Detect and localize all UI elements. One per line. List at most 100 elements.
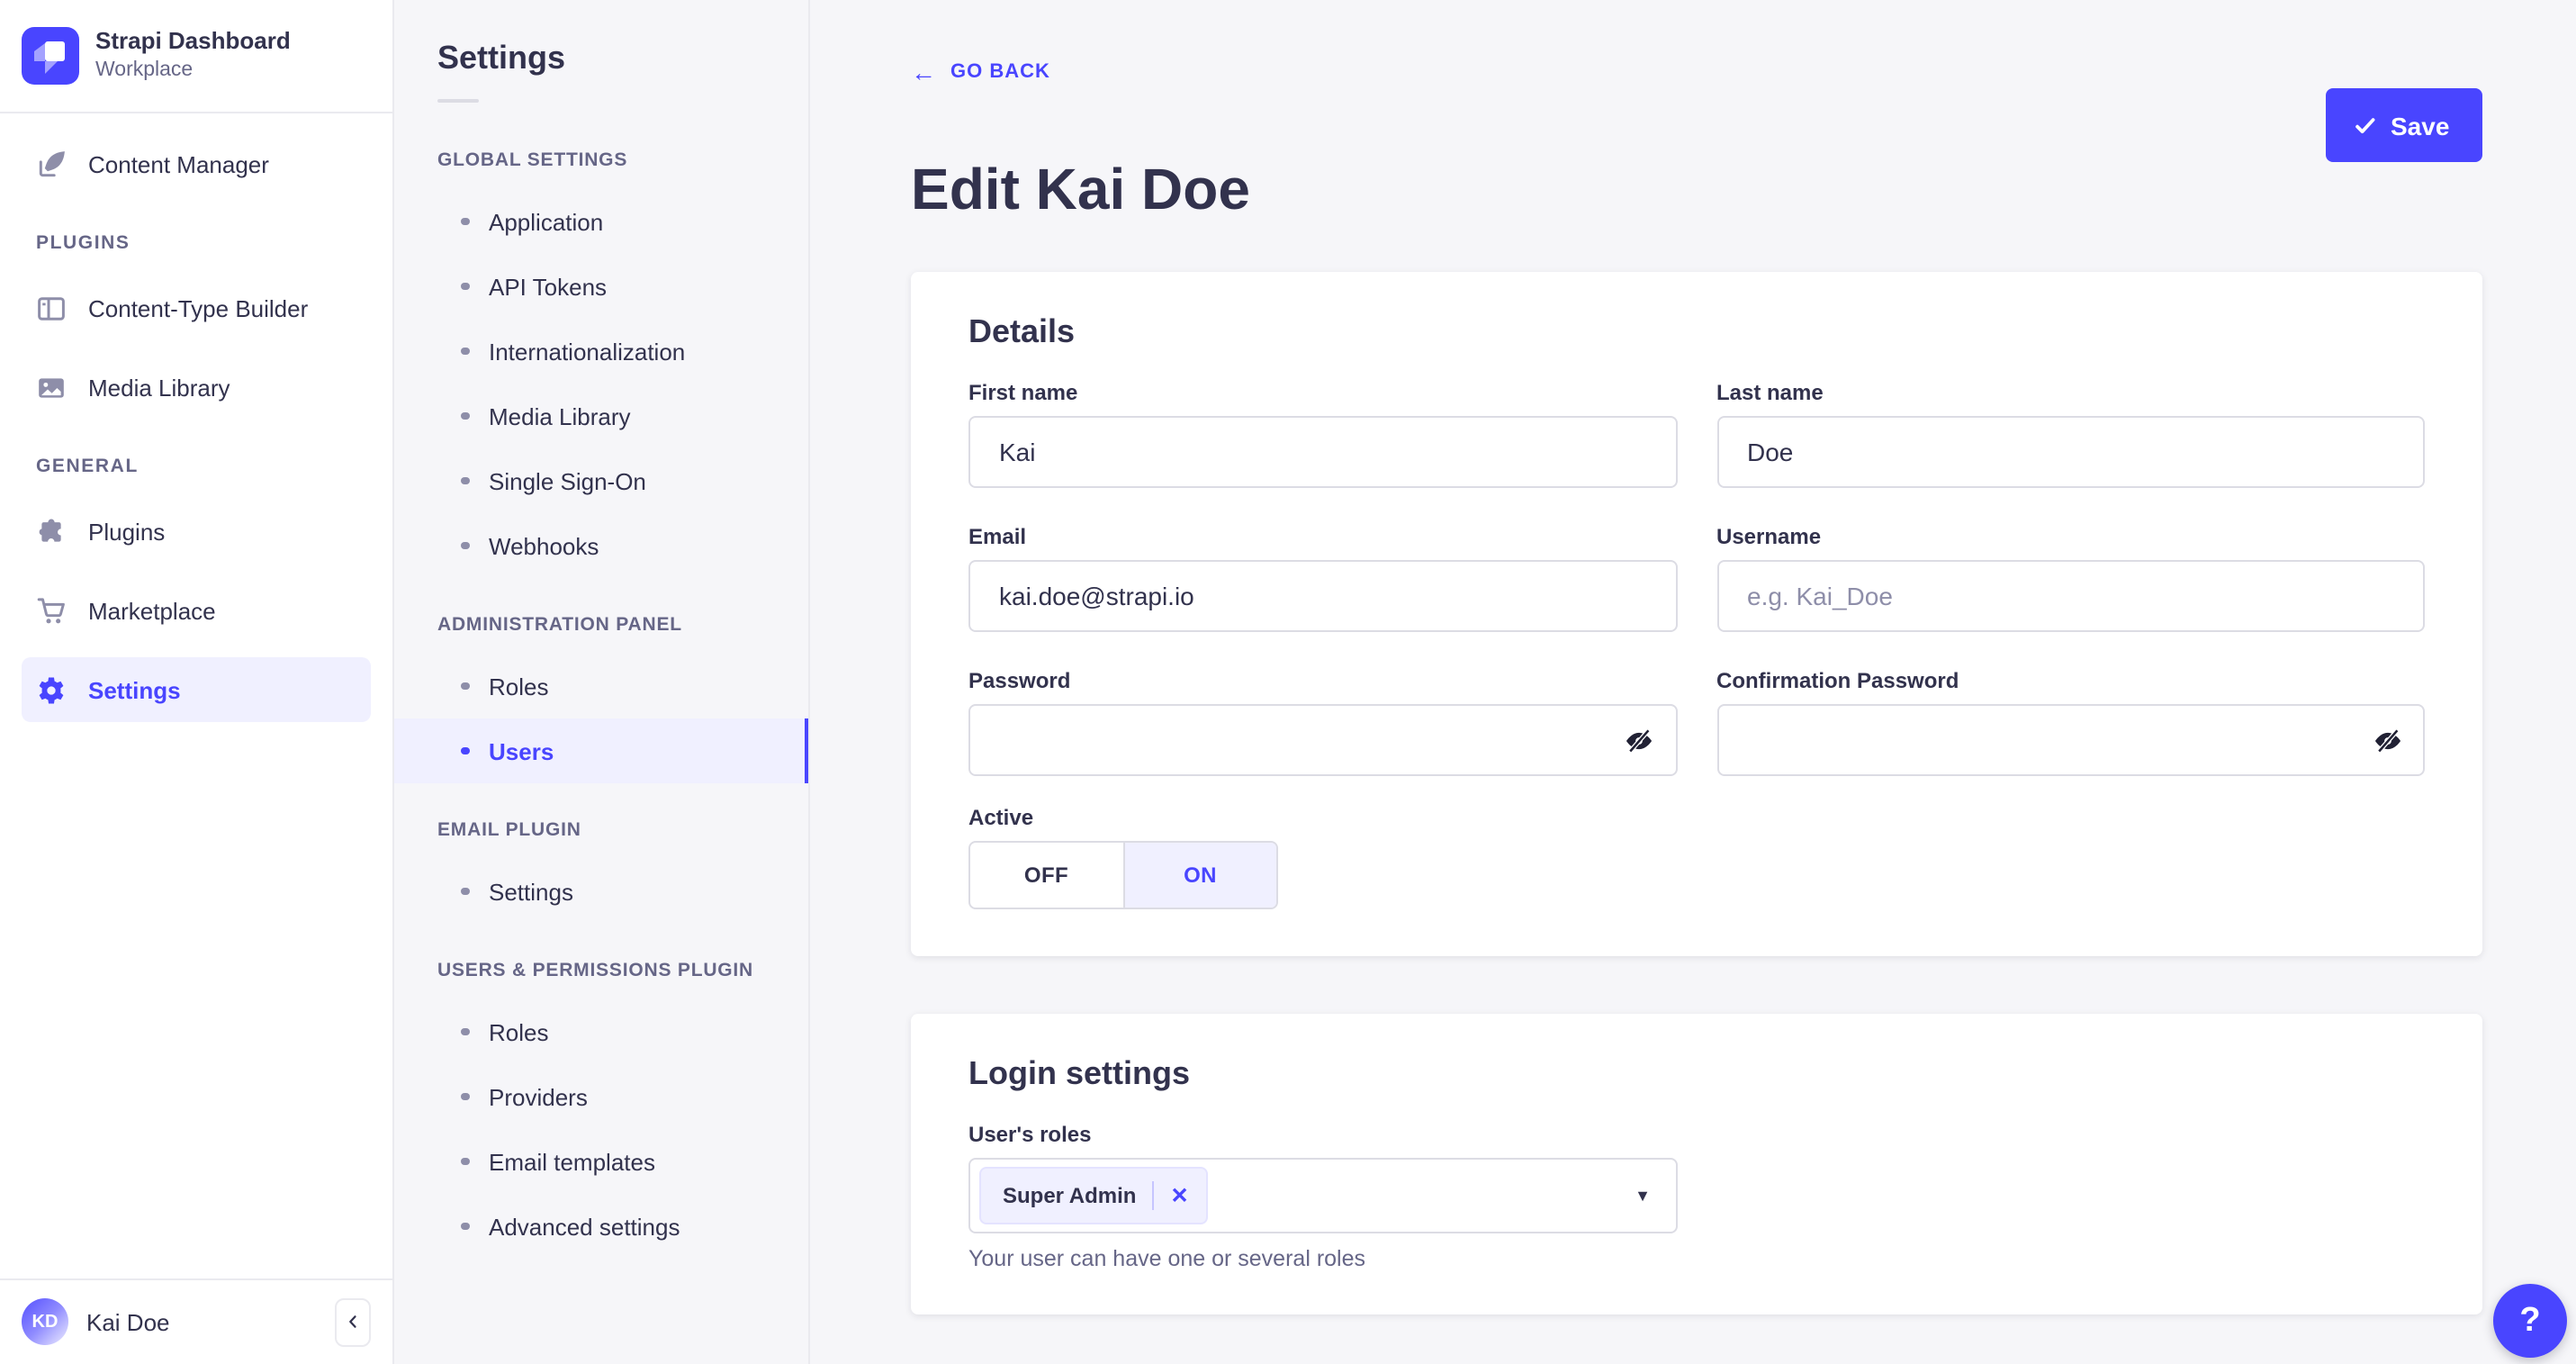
bullet-icon <box>461 1222 469 1231</box>
username-label: Username <box>1716 524 1822 549</box>
subnav-section-global-settings: GLOBAL SETTINGS <box>437 149 628 171</box>
subnav-title: Settings <box>437 40 566 76</box>
sidebar-item-label: Settings <box>88 676 181 703</box>
sidebar-item-content-manager[interactable]: Content Manager <box>22 131 371 196</box>
first-name-input[interactable] <box>968 416 1677 488</box>
bullet-icon <box>461 1092 469 1101</box>
chip-divider <box>1152 1181 1155 1210</box>
password-label: Password <box>968 668 1071 693</box>
chevron-down-icon[interactable]: ▼ <box>1635 1187 1651 1205</box>
last-name-input[interactable] <box>1716 416 2425 488</box>
active-toggle-on[interactable]: ON <box>1124 843 1276 908</box>
go-back-link[interactable]: ← GO BACK <box>911 58 1050 86</box>
subnav-item-email-templates[interactable]: Email templates <box>394 1129 808 1194</box>
main-sidebar: Strapi Dashboard Workplace Content Manag… <box>0 0 394 1364</box>
sidebar-item-label: Content-Type Builder <box>88 294 309 321</box>
puzzle-icon <box>36 516 67 547</box>
go-back-label: GO BACK <box>950 61 1050 83</box>
image-icon <box>36 372 67 402</box>
layout-grid-icon <box>36 293 67 323</box>
remove-role-icon[interactable]: ✕ <box>1170 1185 1188 1206</box>
subnav-item-label: Settings <box>489 878 573 905</box>
brand-text: Strapi Dashboard Workplace <box>95 28 291 85</box>
brand-title: Strapi Dashboard <box>95 27 291 55</box>
subnav-item-email-settings[interactable]: Settings <box>394 859 808 924</box>
subnav-item-api-tokens[interactable]: API Tokens <box>394 254 808 319</box>
subnav-item-roles-admin[interactable]: Roles <box>394 654 808 718</box>
toggle-password-visibility-button[interactable] <box>1623 724 1655 756</box>
brand-subtitle: Workplace <box>95 59 194 81</box>
login-settings-card: Login settings User's roles Super Admin … <box>911 1014 2482 1314</box>
role-chip-label: Super Admin <box>1003 1183 1137 1208</box>
last-name-field-group: Last name <box>1716 380 2425 488</box>
bullet-icon <box>461 217 469 226</box>
strapi-logo-icon <box>22 27 79 85</box>
subnav-item-users[interactable]: Users <box>394 718 808 783</box>
sidebar-nav: Content Manager PLUGINS Content-Type Bui… <box>0 113 392 1278</box>
bullet-icon <box>461 1157 469 1166</box>
sidebar-item-marketplace[interactable]: Marketplace <box>22 578 371 643</box>
bullet-icon <box>461 411 469 420</box>
roles-helper-text: Your user can have one or several roles <box>968 1246 1366 1271</box>
subnav-item-label: Roles <box>489 673 549 700</box>
bullet-icon <box>461 682 469 691</box>
subnav-item-roles-up[interactable]: Roles <box>394 999 808 1064</box>
username-field-group: Username <box>1716 524 2425 632</box>
subnav-item-label: Application <box>489 208 604 235</box>
subnav-item-internationalization[interactable]: Internationalization <box>394 319 808 384</box>
sidebar-item-label: Marketplace <box>88 597 216 624</box>
subnav-item-advanced-settings[interactable]: Advanced settings <box>394 1194 808 1259</box>
subnav-item-label: Advanced settings <box>489 1213 680 1240</box>
subnav-item-webhooks[interactable]: Webhooks <box>394 513 808 578</box>
settings-subnav: Settings GLOBAL SETTINGS Application API… <box>394 0 810 1364</box>
back-arrow-icon: ← <box>911 58 936 86</box>
bullet-icon <box>461 1027 469 1036</box>
username-input[interactable] <box>1716 560 2425 632</box>
password-input[interactable] <box>968 704 1677 776</box>
help-button[interactable]: ? <box>2493 1284 2567 1358</box>
confirmation-password-input[interactable] <box>1716 704 2425 776</box>
bullet-icon <box>461 347 469 356</box>
user-avatar[interactable]: KD <box>22 1298 68 1345</box>
subnav-item-label: Media Library <box>489 402 631 429</box>
sidebar-item-media-library[interactable]: Media Library <box>22 355 371 420</box>
subnav-item-single-sign-on[interactable]: Single Sign-On <box>394 448 808 513</box>
app-stage: Strapi Dashboard Workplace Content Manag… <box>0 0 2576 1364</box>
email-field-group: Email <box>968 524 1677 632</box>
active-toggle-off[interactable]: OFF <box>970 843 1124 908</box>
details-card: Details First name Last name <box>911 272 2482 956</box>
toggle-confirmation-visibility-button[interactable] <box>2371 724 2403 756</box>
details-form: First name Last name Email <box>968 380 2425 776</box>
last-name-label: Last name <box>1716 380 1824 405</box>
strapi-admin-app: Strapi Dashboard Workplace Content Manag… <box>0 0 2576 1364</box>
eye-off-icon <box>1624 725 1654 755</box>
chevron-left-icon <box>344 1313 362 1331</box>
users-roles-label: User's roles <box>968 1122 1092 1147</box>
sidebar-item-content-type-builder[interactable]: Content-Type Builder <box>22 276 371 340</box>
email-label: Email <box>968 524 1027 549</box>
subnav-section-email-plugin: EMAIL PLUGIN <box>437 819 581 841</box>
confirmation-password-label: Confirmation Password <box>1716 668 1959 693</box>
save-button-label: Save <box>2391 111 2450 140</box>
question-mark-icon: ? <box>2519 1301 2541 1339</box>
role-chip-super-admin: Super Admin ✕ <box>979 1167 1209 1224</box>
collapse-sidebar-button[interactable] <box>335 1297 371 1346</box>
bullet-icon <box>461 282 469 291</box>
subnav-item-label: Email templates <box>489 1148 655 1175</box>
first-name-field-group: First name <box>968 380 1677 488</box>
confirmation-password-field-group: Confirmation Password <box>1716 668 2425 776</box>
subnav-item-providers[interactable]: Providers <box>394 1064 808 1129</box>
subnav-item-application[interactable]: Application <box>394 189 808 254</box>
workspace-brand[interactable]: Strapi Dashboard Workplace <box>0 0 392 113</box>
subnav-item-label: Providers <box>489 1083 588 1110</box>
subnav-item-media-library[interactable]: Media Library <box>394 384 808 448</box>
users-roles-select[interactable]: Super Admin ✕ ▼ <box>968 1158 1678 1233</box>
email-input[interactable] <box>968 560 1677 632</box>
eye-off-icon <box>2372 725 2402 755</box>
save-button[interactable]: Save <box>2326 88 2482 162</box>
active-toggle: OFF ON <box>968 841 1278 909</box>
sidebar-item-plugins[interactable]: Plugins <box>22 499 371 564</box>
bullet-icon <box>461 746 469 755</box>
sidebar-item-label: Content Manager <box>88 150 269 177</box>
sidebar-item-settings[interactable]: Settings <box>22 657 371 722</box>
